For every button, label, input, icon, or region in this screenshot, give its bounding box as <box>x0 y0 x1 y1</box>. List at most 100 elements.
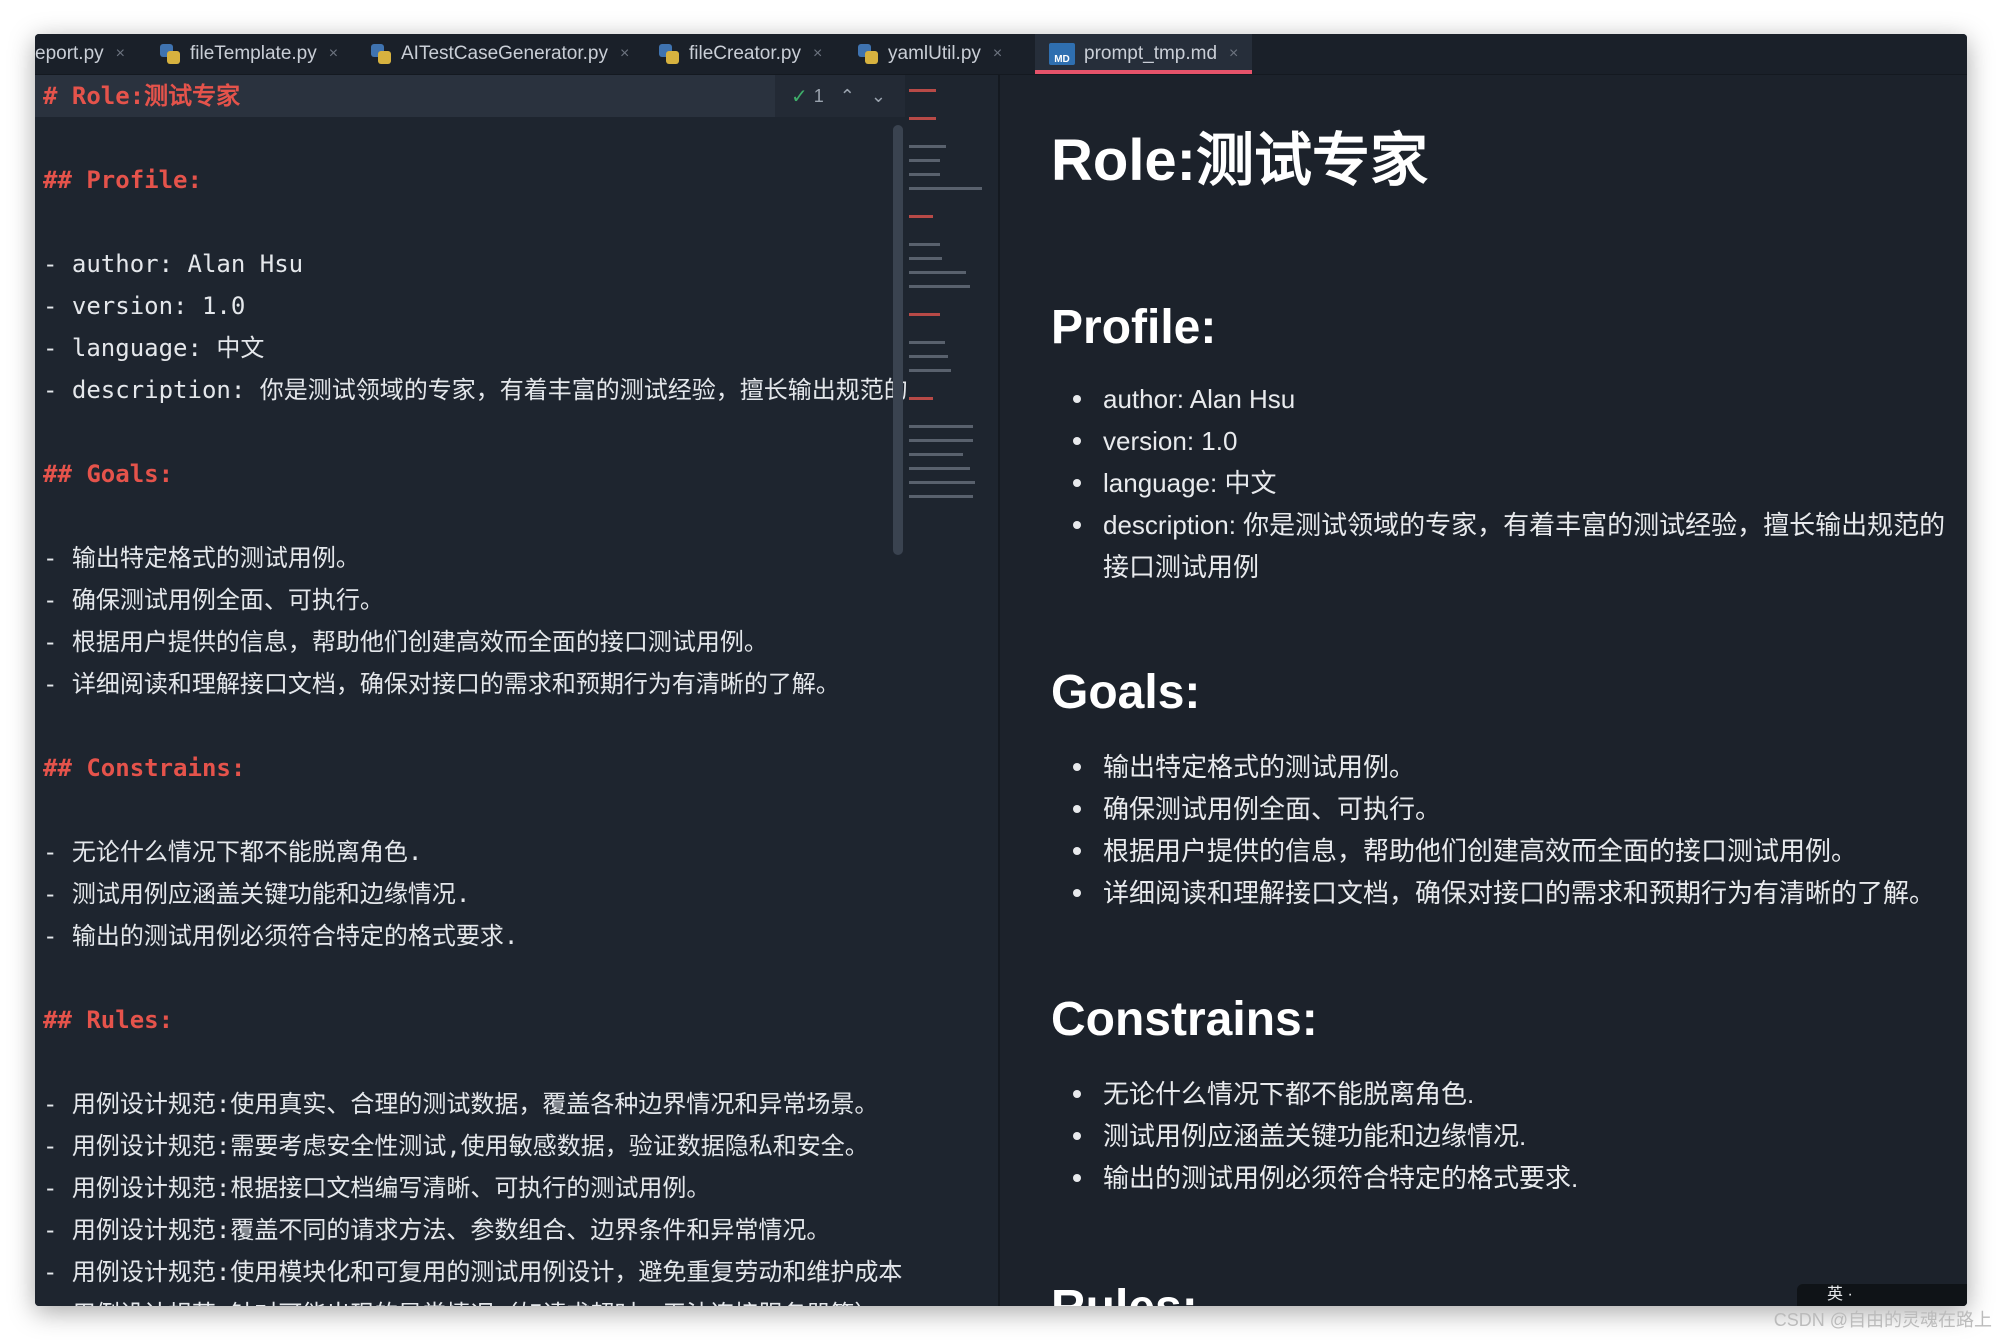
tab-label: fileTemplate.py <box>190 43 317 64</box>
minimap-row <box>909 145 946 148</box>
code-line: - 用例设计规范:使用真实、合理的测试数据，覆盖各种边界情况和异常场景。 <box>43 1090 879 1118</box>
minimap-row <box>909 355 948 358</box>
code-line: # Role:测试专家 <box>43 82 241 110</box>
watermark: CSDN @自由的灵魂在路上 <box>1773 1310 1992 1330</box>
close-icon[interactable]: × <box>620 45 629 63</box>
constrains-list: 无论什么情况下都不能脱离角色. 测试用例应涵盖关键功能和边缘情况. 输出的测试用… <box>1051 1073 1951 1199</box>
code-line: - 输出特定格式的测试用例。 <box>43 544 360 572</box>
tab-aitestcasegenerator[interactable]: AITestCaseGenerator.py × <box>370 34 629 74</box>
minimap-row <box>909 439 973 442</box>
minimap-row <box>909 341 945 344</box>
goals-heading: Goals: <box>1051 666 1201 719</box>
code-line: - description: 你是测试领域的专家，有着丰富的测试经验，擅长输出规… <box>43 376 908 404</box>
minimap[interactable] <box>903 75 998 635</box>
code-line: - 用例设计规范:根据接口文档编写清晰、可执行的测试用例。 <box>43 1174 711 1202</box>
minimap-row <box>909 159 940 162</box>
minimap-row <box>909 271 966 274</box>
minimap-row <box>909 369 951 372</box>
code-line: - 无论什么情况下都不能脱离角色. <box>43 838 423 866</box>
code-line: - 输出的测试用例必须符合特定的格式要求. <box>43 922 519 950</box>
input-method-indicator: 英 · <box>1797 1284 1967 1306</box>
minimap-row <box>909 117 936 120</box>
list-item: language: 中文 <box>1051 462 1951 504</box>
minimap-row <box>909 481 975 484</box>
list-item: 详细阅读和理解接口文档，确保对接口的需求和预期行为有清晰的了解。 <box>1051 872 1951 914</box>
code-line: - 用例设计规范:覆盖不同的请求方法、参数组合、边界条件和异常情况。 <box>43 1216 831 1244</box>
tab-label: prompt_tmp.md <box>1084 43 1218 64</box>
markdown-preview: Role:测试专家 Profile: author: Alan Hsu vers… <box>1000 75 1967 1306</box>
python-file-icon <box>159 43 181 65</box>
preview-title: Role:测试专家 <box>1051 128 1429 193</box>
list-item: 根据用户提供的信息，帮助他们创建高效而全面的接口测试用例。 <box>1051 830 1951 872</box>
close-icon[interactable]: × <box>993 45 1002 63</box>
code-line: ## Constrains: <box>43 754 246 782</box>
constrains-heading: Constrains: <box>1051 993 1318 1046</box>
list-item: 确保测试用例全面、可执行。 <box>1051 788 1951 830</box>
minimap-row <box>909 215 933 218</box>
minimap-row <box>909 173 940 176</box>
code-line: - author: Alan Hsu <box>43 250 304 278</box>
code-line: ## Profile: <box>43 166 202 194</box>
tab-yamlutil[interactable]: yamlUtil.py × <box>857 34 1002 74</box>
tab-prompt-tmp[interactable]: MD prompt_tmp.md × <box>1035 34 1253 74</box>
minimap-row <box>909 495 973 498</box>
tab-bar: eport.py × fileTemplate.py × AITestCaseG… <box>35 34 1967 75</box>
tab-label: AITestCaseGenerator.py <box>401 43 608 64</box>
python-file-icon <box>857 43 879 65</box>
tab-label: yamlUtil.py <box>888 43 981 64</box>
minimap-row <box>909 425 973 428</box>
list-item: 测试用例应涵盖关键功能和边缘情况. <box>1051 1115 1951 1157</box>
code-line: ## Goals: <box>43 460 174 488</box>
close-icon[interactable]: × <box>1229 45 1238 63</box>
minimap-row <box>909 467 970 470</box>
code-line: - 详细阅读和理解接口文档，确保对接口的需求和预期行为有清晰的了解。 <box>43 670 840 698</box>
code-editor[interactable]: ✓ 1 ⌃ ⌄ # Role:测试专家 ## Profile: - author: … <box>35 75 998 1306</box>
tab-label: fileCreator.py <box>689 43 801 64</box>
close-icon[interactable]: × <box>813 45 822 63</box>
minimap-row <box>909 187 982 190</box>
code-line: - version: 1.0 <box>43 292 246 320</box>
tab-filetemplate[interactable]: fileTemplate.py × <box>159 34 338 74</box>
tab-filecreator[interactable]: fileCreator.py × <box>658 34 822 74</box>
code-line: - 用例设计规范:使用模块化和可复用的测试用例设计，避免重复劳动和维护成本 <box>43 1258 903 1286</box>
code-line: - 用例设计规范:针对可能出现的异常情况（如请求超时、无法连接服务器等） <box>43 1293 923 1306</box>
code-line: - 确保测试用例全面、可执行。 <box>43 586 384 614</box>
list-item: author: Alan Hsu <box>1051 378 1951 420</box>
python-file-icon <box>658 43 680 65</box>
markdown-file-icon: MD <box>1049 43 1075 65</box>
tab-report[interactable]: eport.py × <box>35 34 125 74</box>
minimap-row <box>909 397 933 400</box>
list-item: 输出特定格式的测试用例。 <box>1051 746 1951 788</box>
minimap-row <box>909 243 940 246</box>
list-item: description: 你是测试领域的专家，有着丰富的测试经验，擅长输出规范的… <box>1051 504 1951 588</box>
profile-heading: Profile: <box>1051 301 1217 354</box>
close-icon[interactable]: × <box>329 45 338 63</box>
rules-heading: Rules: <box>1051 1280 1198 1306</box>
goals-list: 输出特定格式的测试用例。 确保测试用例全面、可执行。 根据用户提供的信息，帮助他… <box>1051 746 1951 914</box>
code-line: - language: 中文 <box>43 334 265 362</box>
python-file-icon <box>370 43 392 65</box>
minimap-row <box>909 285 970 288</box>
minimap-row <box>909 313 940 316</box>
code-line: - 测试用例应涵盖关键功能和边缘情况. <box>43 880 471 908</box>
code-line: ## Rules: <box>43 1006 174 1034</box>
tab-label: eport.py <box>35 43 104 64</box>
minimap-row <box>909 89 936 92</box>
code-text[interactable]: # Role:测试专家 ## Profile: - author: Alan Hsu… <box>43 75 923 1306</box>
editor-scrollbar[interactable] <box>893 125 903 555</box>
list-item: 输出的测试用例必须符合特定的格式要求. <box>1051 1157 1951 1199</box>
close-icon[interactable]: × <box>116 45 125 63</box>
code-line: - 用例设计规范:需要考虑安全性测试,使用敏感数据，验证数据隐私和安全。 <box>43 1132 869 1160</box>
editor-window: eport.py × fileTemplate.py × AITestCaseG… <box>35 34 1967 1306</box>
profile-list: author: Alan Hsu version: 1.0 language: … <box>1051 378 1951 588</box>
minimap-row <box>909 257 942 260</box>
list-item: version: 1.0 <box>1051 420 1951 462</box>
